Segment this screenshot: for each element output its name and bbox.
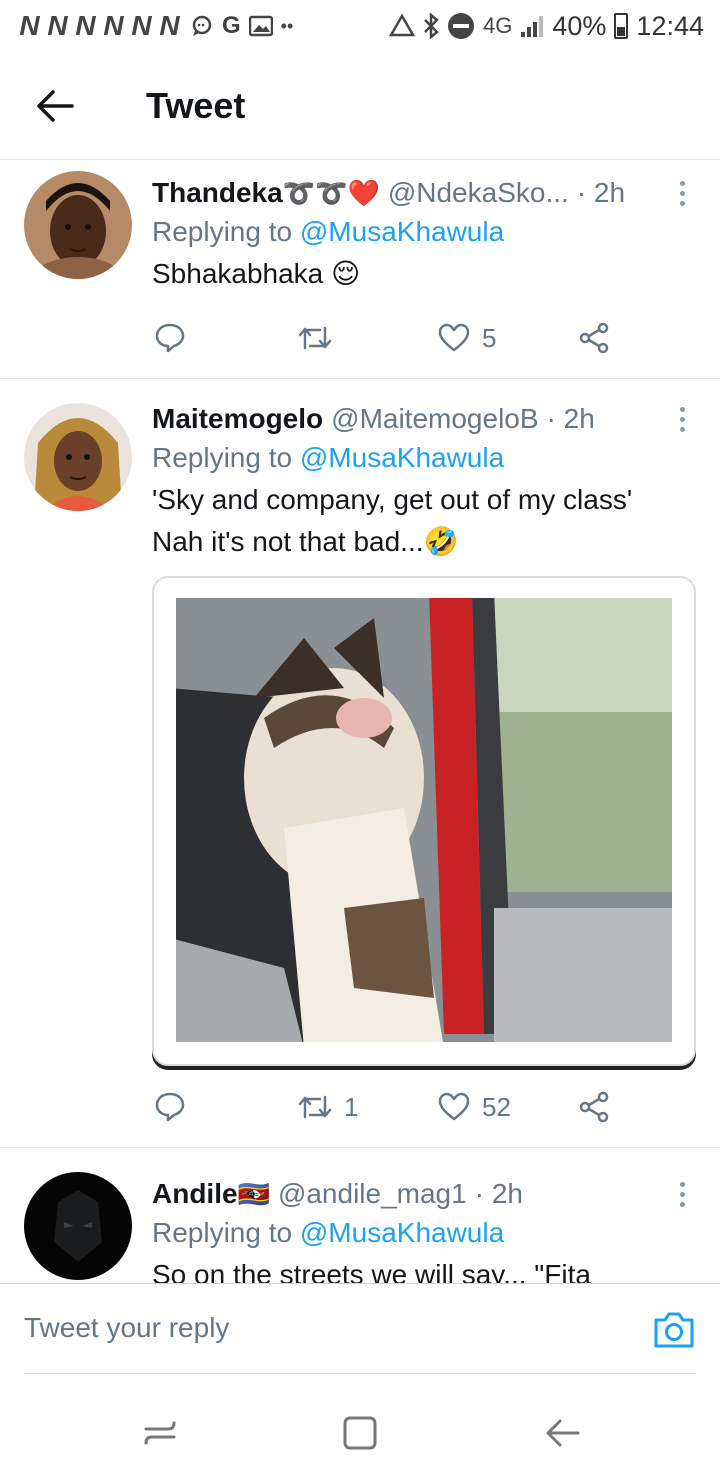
avatar[interactable] — [24, 171, 132, 279]
heart-icon — [438, 1092, 470, 1121]
retweet-icon — [298, 1095, 332, 1119]
tweet-text: Sbhakabhaka 😌 — [152, 258, 361, 289]
status-bar: N N N N N N G •• 4G 40% 12:44 — [0, 0, 720, 52]
battery-icon — [614, 13, 629, 39]
notification-n-icon: N — [131, 10, 151, 41]
tweet-reply-input[interactable]: Tweet your reply — [24, 1312, 229, 1344]
tweet-actions: 1 52 — [152, 1087, 622, 1127]
share-button[interactable] — [578, 322, 610, 354]
replying-to: Replying to @MusaKhawula — [152, 1212, 696, 1254]
recycle-icon — [389, 14, 416, 37]
notification-n-icon: N — [75, 10, 95, 41]
home-button[interactable] — [340, 1413, 380, 1453]
bluetooth-icon — [424, 13, 439, 39]
tweet-time: · 2h — [474, 1178, 523, 1209]
tweet-actions: 5 — [152, 318, 622, 358]
mention-link[interactable]: @MusaKhawula — [300, 1217, 504, 1248]
tweet-text: 'Sky and company, get out of my class' N… — [152, 484, 633, 557]
signal-icon — [521, 16, 544, 37]
user-handle: @NdekaSko... — [387, 177, 569, 208]
recents-icon — [144, 1421, 176, 1445]
retweet-icon — [298, 326, 332, 350]
system-nav-bar — [0, 1375, 720, 1480]
network-type: 4G — [483, 13, 513, 38]
heart-icon — [438, 323, 470, 352]
like-count: 5 — [482, 322, 497, 353]
reply-composer: Tweet your reply — [0, 1283, 720, 1375]
tweet-text: So on the streets we will say... "Fita — [152, 1259, 591, 1283]
name-emojis: 🇸🇿 — [237, 1179, 270, 1209]
dnd-icon — [448, 13, 475, 39]
mention-link[interactable]: @MusaKhawula — [300, 442, 504, 473]
share-icon — [579, 322, 609, 354]
more-options-icon[interactable] — [668, 401, 696, 437]
composer-divider — [24, 1373, 696, 1374]
display-name[interactable]: Thandeka — [152, 175, 283, 211]
page-title: Tweet — [146, 84, 246, 126]
tweet-item[interactable]: Andile 🇸🇿 @andile_mag1 · 2h Replying to … — [0, 1148, 720, 1283]
notification-icons: N N N N N N G •• — [16, 10, 293, 42]
notification-n-icon: N — [103, 10, 123, 41]
share-icon — [579, 1091, 609, 1123]
google-icon: G — [222, 12, 241, 39]
battery-percent: 40% — [552, 10, 607, 41]
display-name[interactable]: Andile — [152, 1176, 238, 1212]
avatar[interactable] — [24, 1172, 132, 1280]
arrow-left-icon — [37, 89, 74, 122]
replying-label: Replying to — [152, 1217, 300, 1248]
system-icons: 4G 40% 12:44 — [389, 11, 704, 42]
display-name[interactable]: Maitemogelo — [152, 401, 323, 437]
notification-n-icon: N — [47, 10, 67, 41]
back-button[interactable] — [0, 52, 110, 160]
dog-in-car-photo — [164, 586, 684, 1054]
recents-button[interactable] — [140, 1413, 180, 1453]
back-arrow-icon — [546, 1419, 580, 1447]
share-button[interactable] — [578, 1091, 610, 1123]
notification-n-icon: N — [159, 10, 179, 41]
more-dots-icon: •• — [280, 15, 294, 36]
camera-button[interactable] — [652, 1310, 696, 1350]
chat-icon — [192, 15, 212, 36]
user-handle: @MaitemogeloB — [331, 403, 539, 434]
system-back-button[interactable] — [542, 1413, 582, 1453]
replying-to: Replying to @MusaKhawula — [152, 437, 696, 479]
more-options-icon[interactable] — [668, 175, 696, 211]
retweet-count: 1 — [344, 1091, 359, 1122]
replying-to: Replying to @MusaKhawula — [152, 211, 696, 253]
user-handle: @andile_mag1 — [277, 1178, 467, 1209]
like-button[interactable]: 52 — [438, 1092, 511, 1123]
name-emojis: ➰➰❤️ — [282, 178, 380, 208]
avatar[interactable] — [24, 403, 132, 511]
mention-link[interactable]: @MusaKhawula — [300, 216, 504, 247]
tweet-time: · 2h — [576, 177, 626, 208]
clock: 12:44 — [636, 10, 704, 41]
reply-button[interactable] — [154, 322, 198, 354]
tweet-item[interactable]: Thandeka ➰➰❤️ @NdekaSko... · 2h Replying… — [0, 161, 720, 379]
like-count: 52 — [482, 1091, 511, 1122]
more-options-icon[interactable] — [668, 1176, 696, 1212]
reply-button[interactable] — [154, 1091, 198, 1123]
camera-icon — [654, 1312, 694, 1348]
tweet-item[interactable]: Maitemogelo @MaitemogeloB · 2h Replying … — [0, 379, 720, 1148]
reply-icon — [155, 323, 185, 353]
replying-label: Replying to — [152, 216, 300, 247]
replying-label: Replying to — [152, 442, 300, 473]
like-button[interactable]: 5 — [438, 323, 496, 354]
retweet-button[interactable] — [298, 324, 344, 352]
top-app-bar: Tweet — [0, 52, 720, 160]
reply-icon — [155, 1092, 185, 1122]
tweet-time: · 2h — [546, 403, 595, 434]
gallery-icon — [248, 15, 273, 37]
home-icon — [343, 1416, 377, 1450]
notification-n-icon: N — [19, 10, 39, 41]
tweet-media-image[interactable] — [152, 576, 696, 1066]
retweet-button[interactable]: 1 — [298, 1092, 358, 1123]
